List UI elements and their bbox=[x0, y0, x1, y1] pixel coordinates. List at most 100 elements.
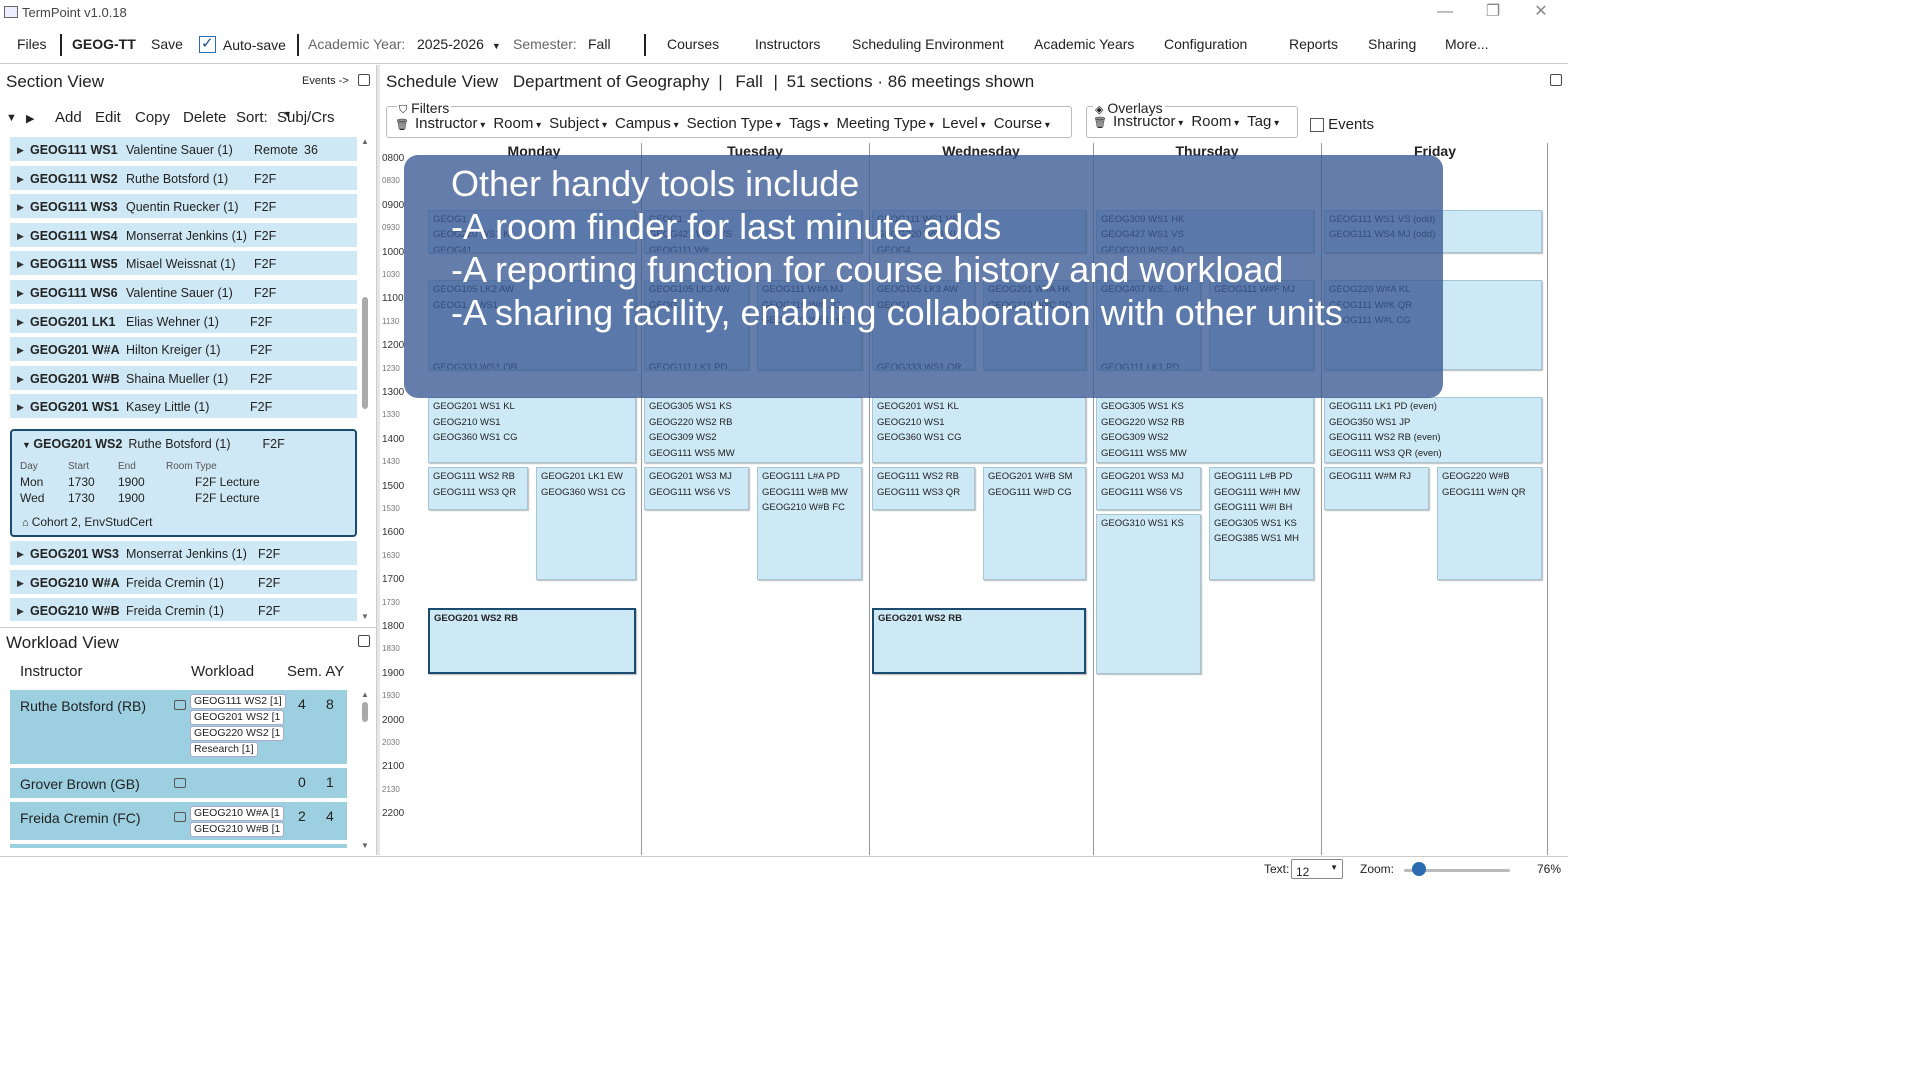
close-button[interactable]: ✕ bbox=[1518, 2, 1564, 24]
edit-button[interactable]: Edit bbox=[95, 109, 121, 126]
filter-campus[interactable]: Campus ▾ bbox=[615, 115, 679, 132]
menu-reports[interactable]: Reports bbox=[1289, 36, 1338, 52]
workload-chip[interactable]: GEOG210 W#B [1 bbox=[190, 822, 285, 837]
save-button[interactable]: Save bbox=[151, 36, 183, 52]
meeting-block[interactable]: GEOG305 WS1 KS GEOG220 WS2 RB GEOG309 WS2 G… bbox=[1096, 397, 1314, 464]
expand-arrow-icon[interactable]: ▶ bbox=[17, 541, 24, 567]
expand-arrow-icon[interactable]: ▶ bbox=[17, 280, 24, 306]
meeting-block[interactable]: GEOG220 W#B GEOG111 W#N QR bbox=[1437, 467, 1542, 581]
autosave-checkbox[interactable] bbox=[199, 34, 216, 53]
meeting-block[interactable]: GEOG111 W#M RJ bbox=[1324, 467, 1429, 510]
section-row[interactable]: ▶ GEOG201 LK1 Elias Wehner (1) F2F bbox=[10, 308, 357, 335]
menu-sharing[interactable]: Sharing bbox=[1368, 36, 1416, 52]
text-size-select[interactable]: 12 ▼ bbox=[1291, 859, 1343, 879]
expand-arrow-icon[interactable]: ▶ bbox=[17, 394, 24, 420]
meeting-block[interactable]: GEOG201 WS2 RB bbox=[428, 607, 636, 674]
section-row[interactable]: ▶ GEOG201 WS1 Kasey Little (1) F2F bbox=[10, 394, 357, 421]
overlay-instructor[interactable]: Instructor ▾ bbox=[1113, 113, 1183, 130]
comment-icon[interactable] bbox=[174, 700, 186, 710]
section-row[interactable]: ▶ GEOG111 WS4 Monserrat Jenkins (1) F2F bbox=[10, 222, 357, 249]
semester-value[interactable]: Fall bbox=[588, 36, 611, 52]
meeting-block[interactable]: GEOG201 WS3 MJ GEOG111 WS6 VS bbox=[644, 467, 749, 510]
expand-arrow-icon[interactable]: ▶ bbox=[17, 166, 24, 192]
meeting-block[interactable]: GEOG111 WS2 RB GEOG111 WS3 QR bbox=[428, 467, 528, 510]
delete-button[interactable]: Delete bbox=[183, 109, 226, 126]
filter-meeting-type[interactable]: Meeting Type ▾ bbox=[836, 115, 934, 132]
section-row[interactable]: ▶ GEOG111 WS1 Valentine Sauer (1) Remote 36 bbox=[10, 137, 357, 163]
expand-arrow-icon[interactable]: ▶ bbox=[17, 309, 24, 335]
minimize-button[interactable]: — bbox=[1422, 2, 1468, 24]
expand-arrow-icon[interactable]: ▶ bbox=[17, 223, 24, 249]
expand-arrow-icon[interactable]: ▶ bbox=[17, 598, 24, 621]
workload-chip[interactable]: Research [1] bbox=[190, 742, 258, 757]
section-row[interactable]: ▶ GEOG210 W#B Freida Cremin (1) F2F bbox=[10, 598, 357, 621]
autosave-toggle[interactable]: Auto-save bbox=[199, 34, 286, 53]
meeting-block[interactable]: GEOG201 WS1 KL GEOG210 WS1 GEOG360 WS1 CG bbox=[872, 397, 1086, 464]
filter-tags[interactable]: Tags ▾ bbox=[789, 115, 829, 132]
workload-chip[interactable]: GEOG210 W#A [1 bbox=[190, 806, 284, 821]
zoom-slider-thumb[interactable] bbox=[1411, 862, 1426, 876]
copy-button[interactable]: Copy bbox=[135, 109, 170, 126]
comment-icon[interactable] bbox=[174, 778, 186, 788]
files-menu[interactable]: Files bbox=[17, 36, 47, 52]
workload-row[interactable]: Ruthe Botsford (RB) GEOG111 WS2 [1] GEOG20… bbox=[10, 690, 347, 766]
meeting-block[interactable]: GEOG111 L#A PD GEOG111 W#B MW GEOG210 W#B … bbox=[757, 467, 862, 581]
meeting-block[interactable]: GEOG201 WS3 MJ GEOG111 WS6 VS bbox=[1096, 467, 1201, 510]
section-row[interactable]: ▶ GEOG111 WS5 Misael Weissnat (1) F2F bbox=[10, 251, 357, 278]
collapse-arrow-icon[interactable]: ▼ bbox=[22, 440, 33, 450]
section-row[interactable]: ▶ GEOG201 W#A Hilton Kreiger (1) F2F bbox=[10, 337, 357, 364]
events-toggle[interactable]: Events bbox=[1310, 116, 1374, 133]
meeting-block[interactable]: GEOG201 LK1 EW GEOG360 WS1 CG bbox=[536, 467, 636, 581]
workload-row[interactable] bbox=[10, 844, 347, 850]
overlay-tag[interactable]: Tag ▾ bbox=[1247, 113, 1279, 130]
expand-arrow-icon[interactable]: ▶ bbox=[17, 137, 24, 163]
filter-instructor[interactable]: Instructor ▾ bbox=[415, 115, 485, 132]
menu-academic-years[interactable]: Academic Years bbox=[1034, 36, 1134, 52]
section-row[interactable]: ▶ GEOG201 WS3 Monserrat Jenkins (1) F2F bbox=[10, 541, 357, 567]
workload-chip[interactable]: GEOG201 WS2 [1 bbox=[190, 710, 285, 725]
section-expanded[interactable]: ▼ GEOG201 WS2 Ruthe Botsford (1) F2F Day Sta… bbox=[10, 429, 357, 537]
add-button[interactable]: Add bbox=[55, 109, 82, 126]
popout-icon[interactable] bbox=[358, 74, 370, 86]
overlay-room[interactable]: Room ▾ bbox=[1191, 113, 1239, 130]
meeting-block[interactable]: GEOG305 WS1 KS GEOG220 WS2 RB GEOG309 WS2 G… bbox=[644, 397, 862, 464]
filter-level[interactable]: Level ▾ bbox=[942, 115, 986, 132]
section-row[interactable]: ▶ GEOG111 WS6 Valentine Sauer (1) F2F bbox=[10, 280, 357, 306]
meeting-block[interactable]: GEOG201 WS1 KL GEOG210 WS1 GEOG360 WS1 CG bbox=[428, 397, 636, 464]
meeting-block[interactable]: GEOG111 LK1 PD (even) GEOG350 WS1 JP GEOG1… bbox=[1324, 397, 1542, 464]
section-row[interactable]: ▶ GEOG210 W#A Freida Cremin (1) F2F bbox=[10, 569, 357, 596]
menu-configuration[interactable]: Configuration bbox=[1164, 36, 1247, 52]
workload-chip[interactable]: GEOG220 WS2 [1 bbox=[190, 726, 285, 741]
collapse-all-icon[interactable]: ▶ bbox=[26, 112, 34, 125]
expand-all-icon[interactable]: ▼ bbox=[6, 112, 17, 124]
clear-overlays-icon[interactable]: 🗑 bbox=[1093, 117, 1107, 129]
expand-arrow-icon[interactable]: ▶ bbox=[17, 570, 24, 596]
meeting-block[interactable]: GEOG111 WS2 RB GEOG111 WS3 QR bbox=[872, 467, 975, 510]
events-link[interactable]: Events -> bbox=[302, 75, 349, 87]
filter-section-type[interactable]: Section Type ▾ bbox=[687, 115, 781, 132]
tutorial-overlay[interactable]: Other handy tools include -A room finder … bbox=[404, 155, 1443, 398]
expand-arrow-icon[interactable]: ▶ bbox=[17, 194, 24, 220]
workload-chip[interactable]: GEOG111 WS2 [1] bbox=[190, 694, 286, 709]
menu-more[interactable]: More... bbox=[1445, 36, 1489, 52]
meeting-block[interactable]: GEOG310 WS1 KS bbox=[1096, 514, 1201, 674]
workload-row[interactable]: Freida Cremin (FC) GEOG210 W#A [1 GEOG210 … bbox=[10, 802, 347, 842]
clear-filters-icon[interactable]: 🗑 bbox=[395, 119, 409, 131]
menu-courses[interactable]: Courses bbox=[667, 36, 719, 52]
filter-course[interactable]: Course ▾ bbox=[994, 115, 1050, 132]
menu-instructors[interactable]: Instructors bbox=[755, 36, 820, 52]
filter-room[interactable]: Room ▾ bbox=[493, 115, 541, 132]
meeting-block[interactable]: GEOG201 WS2 RB bbox=[872, 607, 1086, 674]
scroll-thumb[interactable] bbox=[362, 297, 368, 409]
menu-scheduling-environment[interactable]: Scheduling Environment bbox=[852, 36, 1004, 52]
academic-year-select[interactable]: 2025-2026 ▼ bbox=[417, 36, 501, 52]
scroll-thumb[interactable] bbox=[362, 702, 368, 722]
popout-icon[interactable] bbox=[1550, 74, 1562, 86]
expand-arrow-icon[interactable]: ▶ bbox=[17, 251, 24, 277]
popout-icon[interactable] bbox=[358, 635, 370, 647]
restore-button[interactable]: ❐ bbox=[1470, 2, 1516, 24]
filter-subject[interactable]: Subject ▾ bbox=[549, 115, 607, 132]
comment-icon[interactable] bbox=[174, 812, 186, 822]
section-row[interactable]: ▶ GEOG111 WS3 Quentin Ruecker (1) F2F bbox=[10, 194, 357, 221]
expand-arrow-icon[interactable]: ▶ bbox=[17, 337, 24, 363]
